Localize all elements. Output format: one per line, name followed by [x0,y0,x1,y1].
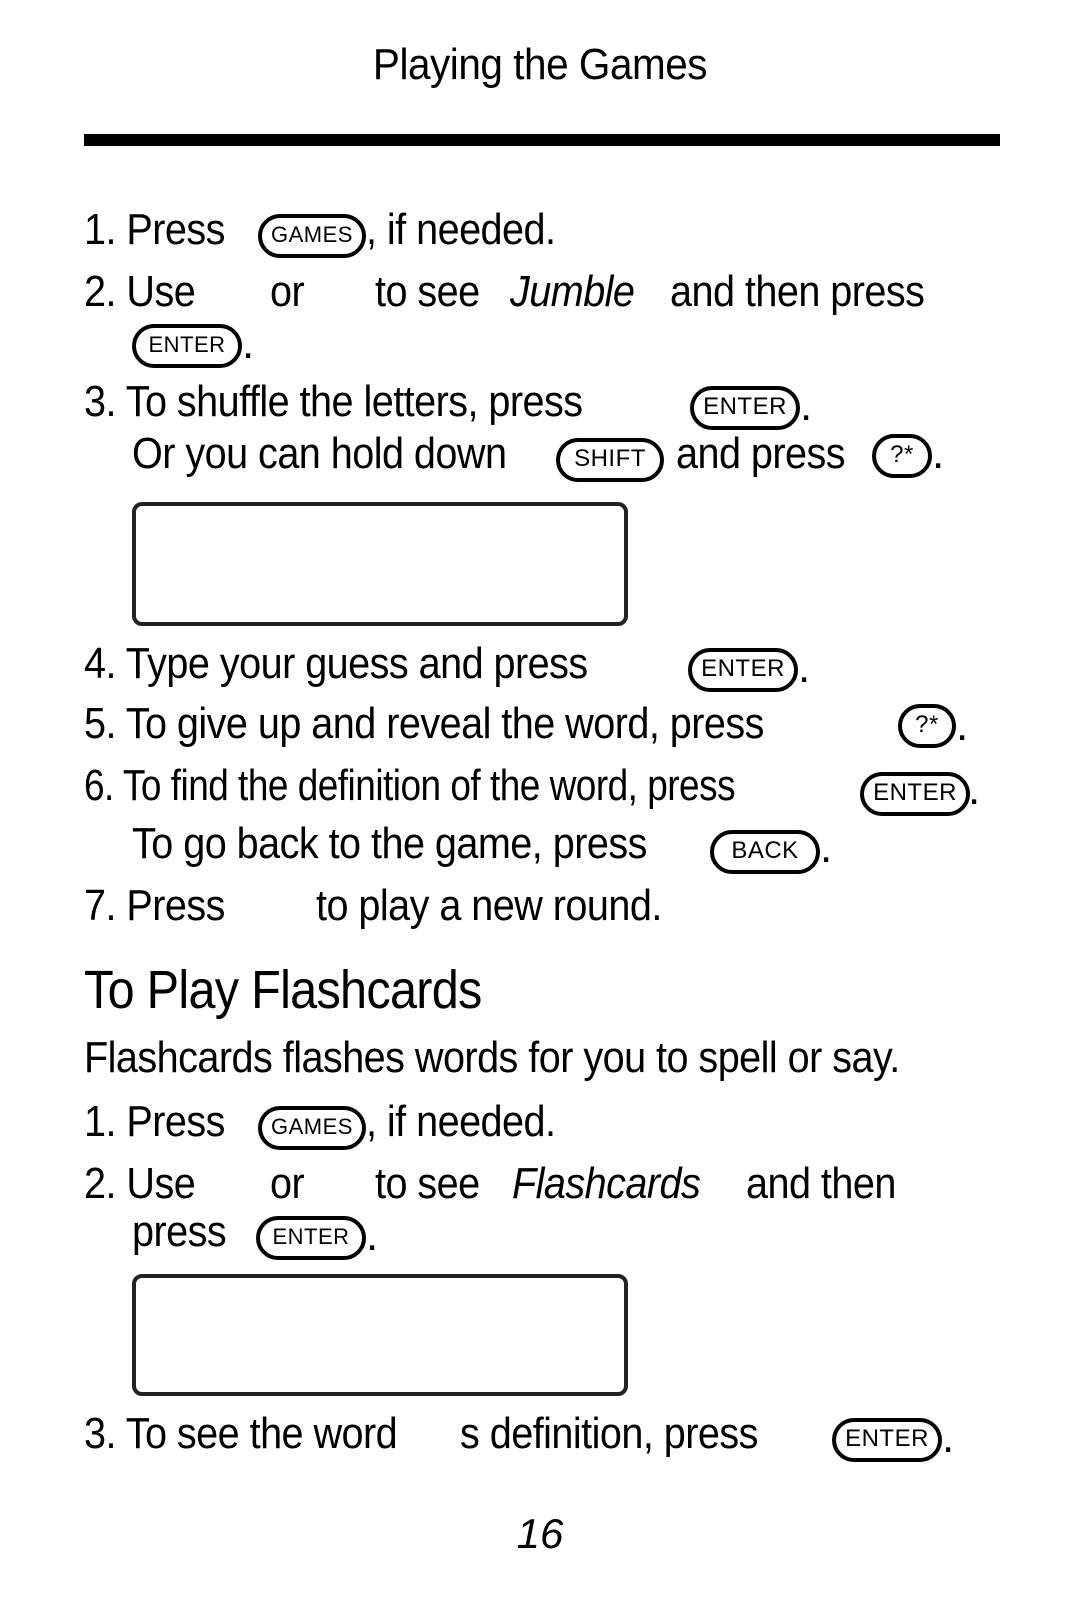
step-number: 5. [84,699,116,748]
step-text: and press [676,429,846,478]
enter-key-icon: ENTER [860,772,970,816]
section-intro: Flashcards flashes words for you to spel… [84,1033,900,1082]
step-number: 3. [84,1409,116,1458]
step-number: 1. [84,205,116,254]
enter-key-icon: ENTER [256,1216,366,1260]
step-text: To give up and reveal the word, press [125,699,765,748]
step-text: , if needed. [366,1097,556,1146]
step-text: To see the word [125,1409,398,1458]
step-number: 2. [84,267,116,316]
step-text: To go back to the game, press [132,819,647,868]
step-text: or [270,267,305,316]
step-text: to play a new round. [316,881,662,930]
manual-page: Playing the Games 1. Press GAMES , if ne… [0,0,1080,1597]
section-heading: To Play Flashcards [84,960,482,1020]
enter-key-icon: ENTER [832,1418,942,1462]
page-number: 16 [516,1510,564,1557]
step-text: s definition, press [460,1409,758,1458]
game-name: Jumble [510,267,635,316]
enter-key-icon: ENTER [132,324,242,368]
step-text: Press [126,881,225,930]
step-text: and then press [670,267,925,316]
step-number: 7. [84,881,116,930]
step-text: Use [126,1159,196,1208]
step-number: 4. [84,639,116,688]
step-number: 3. [84,377,116,426]
step-text: Type your guess and press [125,639,589,688]
step-text: to see [375,267,480,316]
step-text: To shuffle the letters, press [125,377,583,426]
games-key-icon: GAMES [258,1106,366,1150]
enter-key-icon: ENTER [688,648,798,692]
step-number: 2. [84,1159,116,1208]
jumble-screen-illustration [132,502,628,626]
running-head: Playing the Games [372,40,708,89]
header-rule [84,134,1000,146]
step-number: 1. [84,1097,116,1146]
step-number: 6. [84,761,114,810]
step-text: To find the definition of the word, pres… [122,761,736,810]
step-text: and then [746,1159,896,1208]
step-text: or [270,1159,305,1208]
step-text: Press [126,205,225,254]
step-text: press [132,1207,227,1256]
step-text: , if needed. [366,205,556,254]
step-text: Press [126,1097,225,1146]
games-key-icon: GAMES [258,214,366,258]
back-key-icon: BACK [710,830,820,874]
shift-key-icon: SHIFT [556,438,664,482]
flashcards-screen-illustration [132,1274,628,1396]
step-text: Or you can hold down [132,429,507,478]
game-name: Flashcards [512,1159,701,1208]
step-text: Use [126,267,196,316]
question-star-key-icon: ?* [898,704,956,748]
enter-key-icon: ENTER [690,386,800,430]
question-star-key-icon: ?* [872,434,932,478]
step-text: to see [375,1159,480,1208]
